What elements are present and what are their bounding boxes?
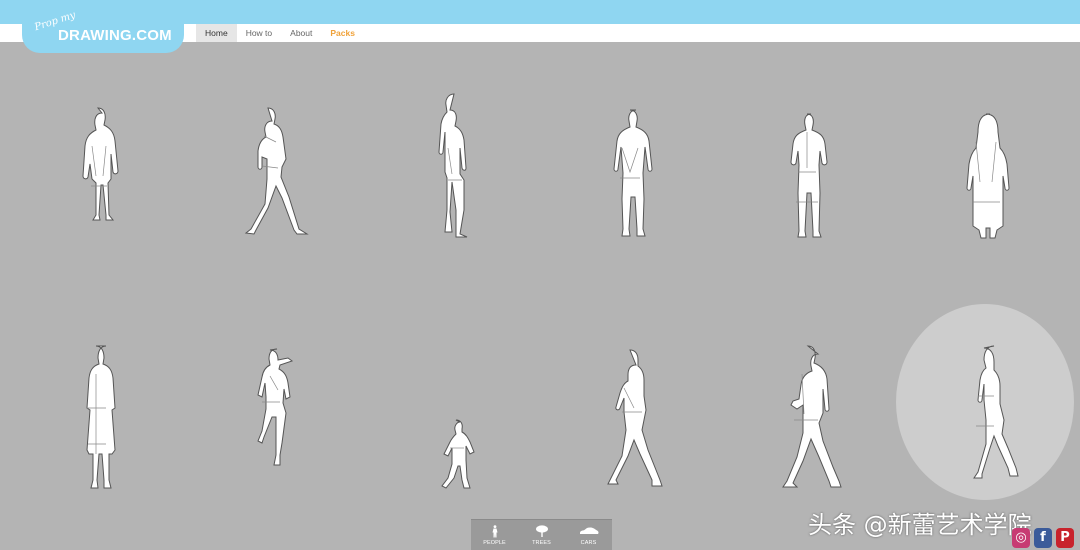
watermark-text: 头条 @新蕾艺术学院 (808, 511, 1032, 539)
category-trees[interactable]: TREES (522, 524, 562, 546)
figure-man-side-standing[interactable] (434, 93, 470, 240)
running-woman-icon (257, 348, 294, 466)
facebook-icon[interactable]: f (1034, 528, 1052, 548)
standing-man-front-icon (613, 109, 653, 237)
walking-woman-icon (973, 345, 1019, 479)
pinterest-icon[interactable]: P (1056, 528, 1074, 548)
car-icon (579, 527, 598, 534)
nav-packs[interactable]: Packs (321, 24, 364, 42)
walking-man-icon (782, 345, 842, 488)
person-icon (492, 524, 497, 537)
nav-how-to[interactable]: How to (237, 24, 281, 42)
figure-woman-walking-side[interactable] (598, 348, 663, 488)
tree-icon (535, 525, 548, 537)
main-nav: Home How to About Packs (196, 24, 364, 42)
site-logo[interactable]: Prop my DRAWING.COM (22, 10, 184, 53)
nav-home[interactable]: Home (196, 24, 237, 42)
figure-woman-long-hair-coat[interactable] (962, 112, 1010, 240)
category-cars[interactable]: CARS (569, 524, 609, 546)
standing-man-side-icon (438, 93, 468, 238)
figure-man-front-standing[interactable] (608, 108, 653, 240)
figure-man-walking-phone[interactable] (238, 106, 312, 242)
figure-woman-walking-highlighted[interactable] (956, 345, 1019, 488)
standing-woman-icon (82, 107, 119, 221)
walking-woman-icon (607, 349, 663, 487)
figure-woman-long-coat[interactable] (76, 106, 122, 242)
standing-man-back-icon (790, 113, 828, 238)
figure-man-back-view[interactable] (786, 112, 828, 240)
walking-child-icon (441, 419, 475, 489)
walking-man-icon (244, 107, 309, 235)
category-people[interactable]: PEOPLE (475, 524, 515, 546)
category-selector: PEOPLE TREES CARS (471, 519, 612, 550)
standing-woman-back-icon (966, 113, 1010, 239)
figure-woman-jogging[interactable] (250, 346, 296, 486)
category-people-label: PEOPLE (483, 540, 506, 546)
instagram-icon[interactable]: ◎ (1012, 528, 1030, 548)
nav-about[interactable]: About (281, 24, 321, 42)
category-cars-label: CARS (580, 540, 597, 546)
figure-child-walking[interactable] (432, 418, 475, 490)
standing-woman-icon (86, 345, 116, 489)
category-trees-label: TREES (532, 540, 551, 546)
figure-man-walking-phone-2[interactable] (772, 344, 842, 490)
figure-woman-trench-coat[interactable] (74, 344, 120, 490)
logo-main-text: DRAWING.COM (58, 27, 172, 44)
